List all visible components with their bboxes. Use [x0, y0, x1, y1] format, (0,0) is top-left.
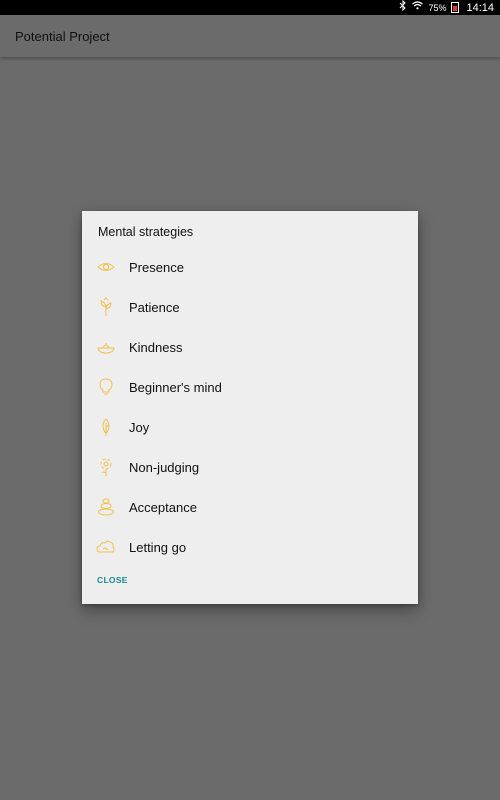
option-label: Presence [129, 259, 184, 275]
strategy-list: Presence Patience Kindness Beginner's mi… [82, 247, 418, 567]
option-label: Kindness [129, 339, 183, 355]
option-label: Letting go [129, 539, 187, 555]
close-button[interactable]: CLOSE [97, 575, 128, 585]
bowl-icon [96, 337, 116, 357]
cloud-icon [96, 537, 116, 557]
sprout-icon [96, 297, 116, 317]
option-presence[interactable]: Presence [82, 247, 418, 287]
option-label: Joy [129, 419, 150, 435]
status-time: 14:14 [466, 1, 494, 14]
flower-icon [96, 457, 116, 477]
app-bar: Potential Project [0, 15, 500, 57]
bluetooth-icon [399, 0, 407, 16]
option-non-judging[interactable]: Non-judging [82, 447, 418, 487]
eye-icon [96, 257, 116, 277]
lightbulb-icon [96, 377, 116, 397]
option-joy[interactable]: Joy [82, 407, 418, 447]
leaf-icon [96, 417, 116, 437]
option-beginners-mind[interactable]: Beginner's mind [82, 367, 418, 407]
option-kindness[interactable]: Kindness [82, 327, 418, 367]
stones-icon [96, 497, 116, 517]
battery-percent: 75% [428, 2, 447, 13]
option-patience[interactable]: Patience [82, 287, 418, 327]
option-label: Beginner's mind [129, 379, 222, 395]
option-letting-go[interactable]: Letting go [82, 527, 418, 567]
mental-strategies-dialog: Mental strategies Presence Patience Kind… [82, 211, 418, 604]
status-bar: 75% 14:14 [0, 0, 500, 15]
dialog-title: Mental strategies [98, 225, 194, 239]
option-label: Patience [129, 299, 180, 315]
option-label: Non-judging [129, 459, 200, 475]
battery-icon [451, 2, 460, 13]
app-title: Potential Project [15, 28, 110, 44]
option-acceptance[interactable]: Acceptance [82, 487, 418, 527]
option-label: Acceptance [129, 499, 197, 515]
wifi-icon [412, 0, 424, 15]
